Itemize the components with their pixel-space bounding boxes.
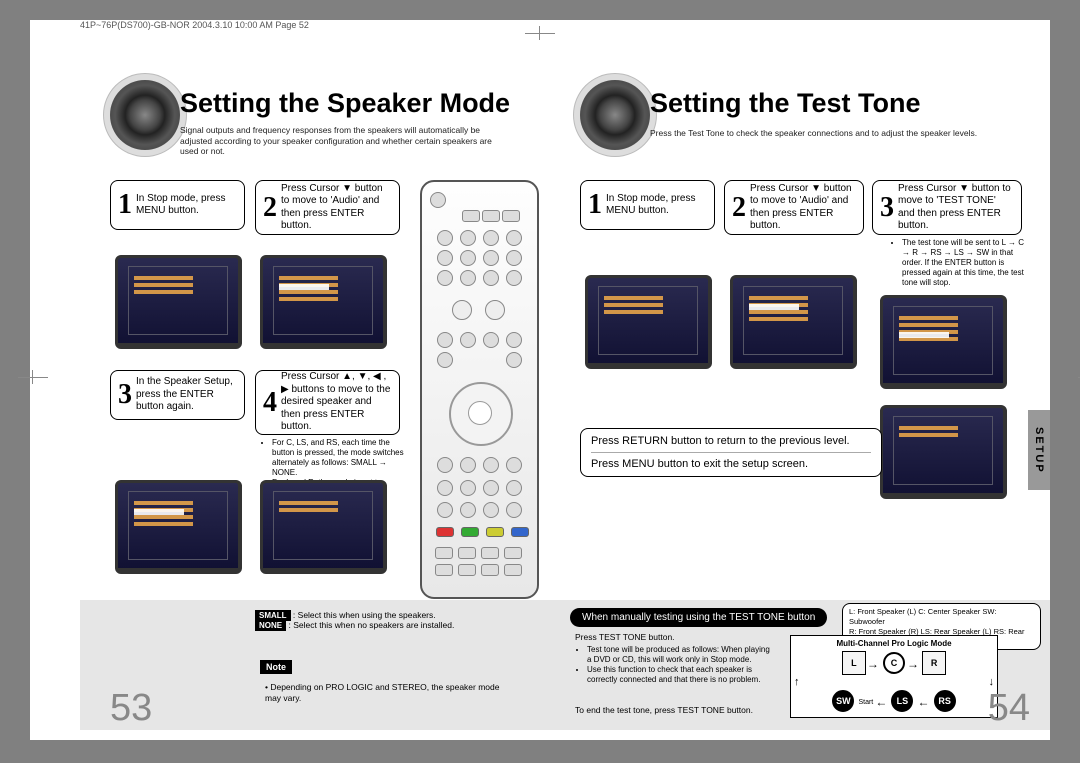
right-subtitle: Press the Test Tone to check the speaker…	[650, 128, 1010, 139]
speaker-decor-icon	[110, 80, 180, 150]
tv-screenshot	[115, 480, 242, 574]
note-badge: Note	[260, 660, 292, 674]
tv-screenshot	[260, 480, 387, 574]
small-none-legend: SMALL : Select this when using the speak…	[255, 610, 455, 630]
left-step-4: 4 Press Cursor ▲, ▼, ◀ , ▶ buttons to mo…	[255, 370, 400, 435]
step-text: In Stop mode, press MENU button.	[136, 193, 238, 218]
step-text: Press Cursor ▼ button to move to 'Audio'…	[281, 183, 393, 233]
step-number: 2	[732, 194, 746, 222]
testtone-bullets: Test tone will be produced as follows: W…	[575, 645, 775, 685]
page-number-right: 54	[988, 687, 1030, 730]
step-text: In the Speaker Setup, press the ENTER bu…	[136, 376, 238, 414]
dpad-icon	[449, 382, 513, 446]
step-text: Press Cursor ▲, ▼, ◀ , ▶ buttons to move…	[281, 371, 393, 434]
left-step-3: 3 In the Speaker Setup, press the ENTER …	[110, 370, 245, 420]
speaker-decor-icon	[580, 80, 650, 150]
crop-mark-left	[18, 370, 48, 384]
left-step-1: 1 In Stop mode, press MENU button.	[110, 180, 245, 230]
page-number-left: 53	[110, 687, 152, 730]
speaker-flow-diagram: Multi-Channel Pro Logic Mode L→ C→ R ↑ ↓…	[790, 635, 998, 718]
tv-screenshot	[585, 275, 712, 369]
remote-control-illustration	[420, 180, 539, 599]
step-number: 2	[263, 194, 277, 222]
tv-screenshot	[115, 255, 242, 349]
step-number: 3	[880, 194, 894, 222]
step-text: In Stop mode, press MENU button.	[606, 193, 708, 218]
return-instructions: Press RETURN button to return to the pre…	[580, 428, 882, 477]
end-testtone: To end the test tone, press TEST TONE bu…	[575, 705, 775, 716]
tv-screenshot	[730, 275, 857, 369]
right-step-2: 2 Press Cursor ▼ button to move to 'Audi…	[724, 180, 864, 235]
step-number: 4	[263, 389, 277, 417]
step-text: Press Cursor ▼ button to move to 'TEST T…	[898, 183, 1015, 233]
step-text: Press Cursor ▼ button to move to 'Audio'…	[750, 183, 857, 233]
right-step-1: 1 In Stop mode, press MENU button.	[580, 180, 715, 230]
tv-screenshot	[880, 405, 1007, 499]
crop-mark-top	[525, 26, 555, 40]
tv-screenshot	[260, 255, 387, 349]
left-step-2: 2 Press Cursor ▼ button to move to 'Audi…	[255, 180, 400, 235]
note-text: • Depending on PRO LOGIC and STEREO, the…	[265, 682, 515, 703]
right-step3-bullets: The test tone will be sent to L → C → R …	[890, 238, 1025, 288]
setup-tab: SETUP	[1028, 410, 1050, 490]
left-title: Setting the Speaker Mode	[180, 88, 510, 119]
right-step-3: 3 Press Cursor ▼ button to move to 'TEST…	[872, 180, 1022, 235]
print-header: 41P~76P(DS700)-GB-NOR 2004.3.10 10:00 AM…	[80, 20, 309, 30]
right-title: Setting the Test Tone	[650, 88, 921, 119]
step-number: 1	[588, 191, 602, 219]
left-subtitle: Signal outputs and frequency responses f…	[180, 125, 510, 157]
press-testtone: Press TEST TONE button.	[575, 632, 775, 643]
step-number: 1	[118, 191, 132, 219]
step-number: 3	[118, 381, 132, 409]
testtone-heading-pill: When manually testing using the TEST TON…	[570, 608, 827, 627]
tv-screenshot	[880, 295, 1007, 389]
